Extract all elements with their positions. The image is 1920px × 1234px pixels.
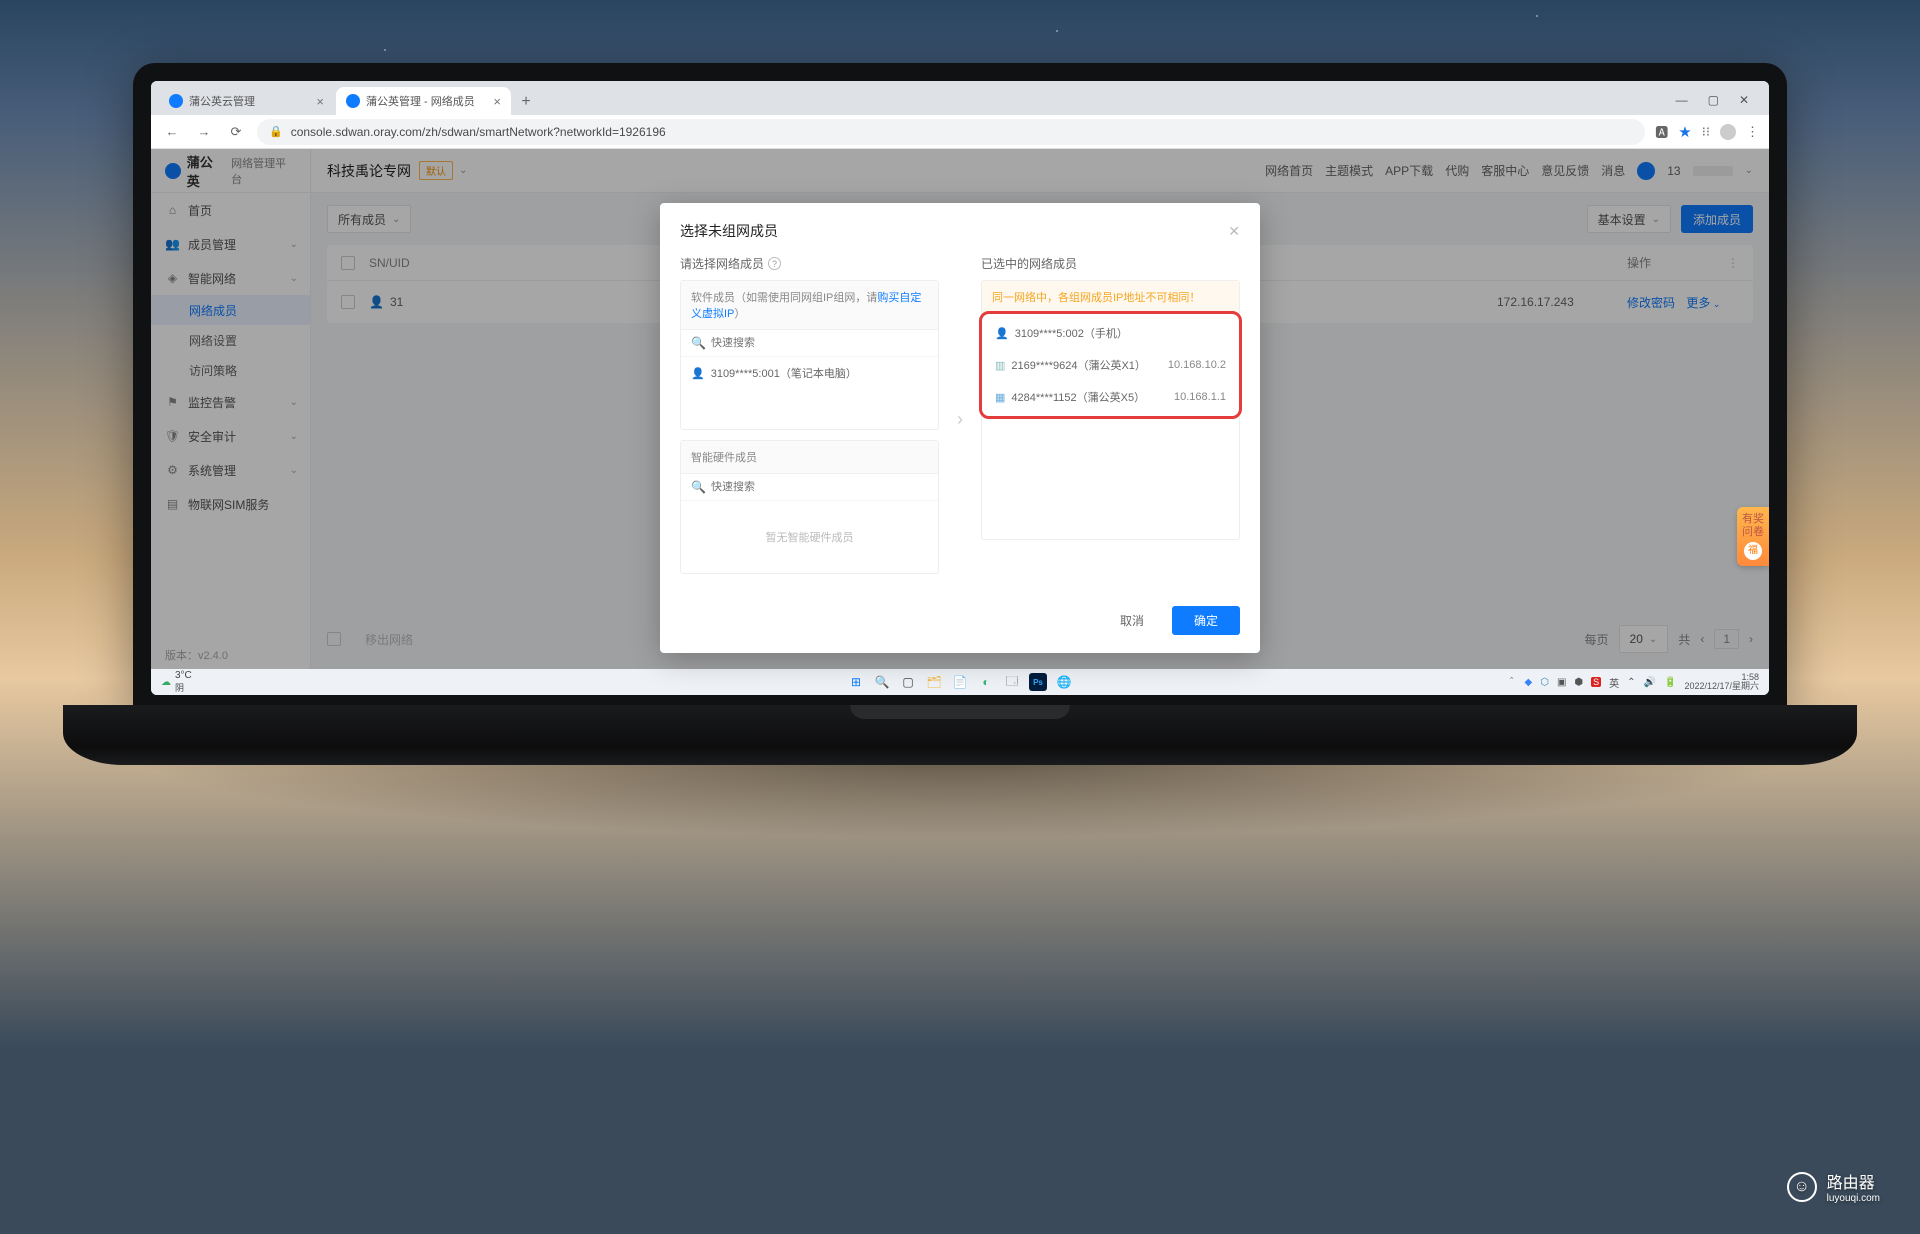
nav-back-icon[interactable]: ← <box>161 124 183 139</box>
confirm-button[interactable]: 确定 <box>1172 606 1240 635</box>
right-section-label: 已选中的网络成员 <box>981 255 1077 272</box>
close-tab-icon[interactable]: × <box>493 94 501 109</box>
modal-close-icon[interactable]: ✕ <box>1228 223 1240 240</box>
app-icon-3[interactable]: 🗔 <box>1003 673 1021 691</box>
tray-chevron-icon[interactable]: ＾ <box>1507 675 1517 690</box>
hardware-members-panel: 智能硬件成员 🔍 暂无智能硬件成员 <box>680 440 939 574</box>
hardware-search[interactable]: 🔍 <box>681 474 938 501</box>
nav-reload-icon[interactable]: ⟳ <box>225 124 247 140</box>
software-search[interactable]: 🔍 <box>681 330 938 357</box>
selected-item-phone[interactable]: 👤 3109****5:002（手机） <box>985 317 1236 349</box>
router-icon: ▦ <box>995 391 1005 404</box>
tab-title-1: 蒲公英云管理 <box>189 93 310 109</box>
search-icon: 🔍 <box>691 480 706 494</box>
tray-icon-4[interactable]: ⬢ <box>1574 677 1583 688</box>
router-icon: ▥ <box>995 359 1005 372</box>
help-icon[interactable]: ? <box>768 257 781 270</box>
app-icon-2[interactable]: ◐ <box>977 673 995 691</box>
person-icon: 👤 <box>691 367 705 380</box>
hardware-search-input[interactable] <box>711 481 928 493</box>
new-tab-button[interactable]: + <box>513 93 539 115</box>
tray-icon-2[interactable]: ⬡ <box>1540 677 1549 688</box>
soft-hint-a: 软件成员（如需使用同网组IP组网，请 <box>691 292 877 304</box>
address-bar[interactable]: 🔒 console.sdwan.oray.com/zh/sdwan/smartN… <box>257 119 1645 145</box>
browser-toolbar: ← → ⟳ 🔒 console.sdwan.oray.com/zh/sdwan/… <box>151 115 1769 149</box>
selected-item-x1[interactable]: ▥ 2169****9624（蒲公英X1） 10.168.10.2 <box>985 349 1236 381</box>
selected-item-x5[interactable]: ▦ 4284****1152（蒲公英X5） 10.168.1.1 <box>985 381 1236 413</box>
modal-title: 选择未组网成员 <box>680 221 778 241</box>
explorer-icon[interactable]: 🗂 <box>925 673 943 691</box>
translate-icon[interactable]: 🅰 <box>1655 122 1668 141</box>
nav-forward-icon[interactable]: → <box>193 124 215 139</box>
hw-empty-text: 暂无智能硬件成员 <box>681 501 938 573</box>
survey-icon: 福 <box>1744 542 1762 560</box>
watermark-logo-icon: ☺ <box>1787 1172 1817 1202</box>
chrome-icon[interactable]: 🌐 <box>1055 673 1073 691</box>
survey-badge[interactable]: 有奖 问卷 福 <box>1737 507 1769 566</box>
tray-battery-icon[interactable]: 🔋 <box>1664 677 1676 688</box>
ip-conflict-warning: 同一网络中，各组网成员IP地址不可相同！ <box>982 281 1239 314</box>
window-minimize-icon[interactable]: — <box>1676 93 1688 107</box>
url-text: console.sdwan.oray.com/zh/sdwan/smartNet… <box>291 125 666 139</box>
left-section-label: 请选择网络成员 <box>680 255 764 272</box>
browser-menu-icon[interactable]: ⋮ <box>1746 124 1759 140</box>
profile-icon[interactable] <box>1720 124 1736 140</box>
extensions-icon[interactable]: ⁝⁝ <box>1702 124 1710 140</box>
tray-icon-3[interactable]: ▣ <box>1557 677 1566 688</box>
tray-clock[interactable]: 1:58 2022/12/17/星期六 <box>1684 673 1759 692</box>
software-member-item[interactable]: 👤 3109****5:001（笔记本电脑） <box>681 357 938 389</box>
browser-tab-2[interactable]: 蒲公英管理 - 网络成员 × <box>336 87 511 115</box>
search-icon[interactable]: 🔍 <box>873 673 891 691</box>
window-close-icon[interactable]: ✕ <box>1739 93 1749 107</box>
select-members-modal: 选择未组网成员 ✕ 请选择网络成员? 软件成员（如需使用同网组IP组网，请购买自… <box>660 203 1260 653</box>
close-tab-icon[interactable]: × <box>316 94 324 109</box>
software-members-panel: 软件成员（如需使用同网组IP组网，请购买自定义虚拟IP） 🔍 👤 3109***… <box>680 280 939 430</box>
tab-favicon-1 <box>169 94 183 108</box>
transfer-arrow-icon: › <box>953 409 967 430</box>
lock-icon: 🔒 <box>269 125 283 138</box>
software-search-input[interactable] <box>711 337 928 349</box>
tray-icon-1[interactable]: ◆ <box>1525 677 1533 688</box>
taskview-icon[interactable]: ▢ <box>899 673 917 691</box>
selected-members-panel: 同一网络中，各组网成员IP地址不可相同！ 👤 3109****5:002（手机）… <box>981 280 1240 540</box>
tray-ime-icon[interactable]: S <box>1591 677 1601 687</box>
browser-tabstrip: 蒲公英云管理 × 蒲公英管理 - 网络成员 × + — ▢ ✕ <box>151 81 1769 115</box>
tab-favicon-2 <box>346 94 360 108</box>
photoshop-icon[interactable]: Ps <box>1029 673 1047 691</box>
cancel-button[interactable]: 取消 <box>1102 606 1162 635</box>
tray-lang-icon[interactable]: 英 <box>1609 675 1619 690</box>
browser-tab-1[interactable]: 蒲公英云管理 × <box>159 87 334 115</box>
watermark: ☺ 路由器luyouqi.com <box>1787 1169 1880 1204</box>
windows-taskbar: ☁ 3°C阴 ⊞ 🔍 ▢ 🗂 📄 ◐ 🗔 Ps 🌐 ＾ <box>151 669 1769 695</box>
tray-wifi-icon[interactable]: ⌃ <box>1627 677 1635 688</box>
highlight-annotation: 👤 3109****5:002（手机） ▥ 2169****9624（蒲公英X1… <box>979 311 1242 419</box>
hw-section-title: 智能硬件成员 <box>681 441 938 474</box>
person-icon: 👤 <box>995 327 1009 340</box>
bookmark-star-icon[interactable]: ★ <box>1678 123 1691 141</box>
start-icon[interactable]: ⊞ <box>847 673 865 691</box>
app-icon-1[interactable]: 📄 <box>951 673 969 691</box>
weather-widget[interactable]: ☁ 3°C阴 <box>161 670 192 694</box>
search-icon: 🔍 <box>691 336 706 350</box>
tray-volume-icon[interactable]: 🔊 <box>1644 677 1656 688</box>
tab-title-2: 蒲公英管理 - 网络成员 <box>366 93 487 109</box>
window-maximize-icon[interactable]: ▢ <box>1708 93 1719 107</box>
